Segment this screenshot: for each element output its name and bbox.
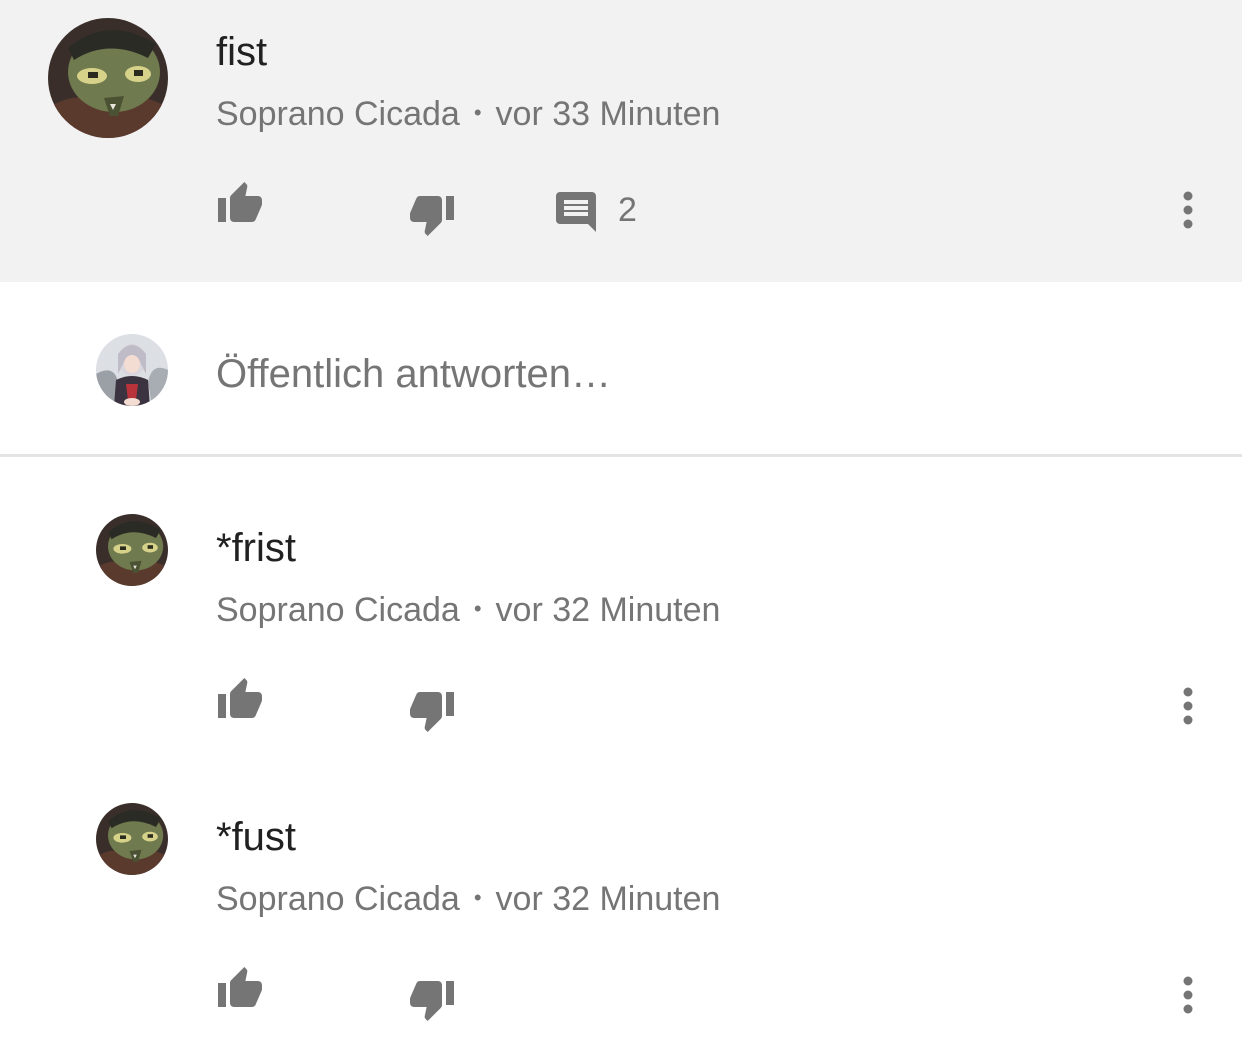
like-button[interactable] bbox=[216, 965, 264, 1013]
dislike-button[interactable] bbox=[408, 975, 456, 1023]
author-name[interactable]: Soprano Cicada bbox=[216, 591, 460, 629]
like-button[interactable] bbox=[216, 676, 264, 724]
user-avatar bbox=[96, 334, 168, 406]
author-avatar[interactable] bbox=[96, 803, 168, 875]
reply-count[interactable]: 2 bbox=[618, 190, 637, 230]
top-comment: fist Soprano Cicada • vor 33 Minuten 2 bbox=[0, 0, 1242, 282]
divider bbox=[0, 454, 1242, 457]
timestamp: vor 33 Minuten bbox=[495, 95, 721, 133]
thumb-up-icon bbox=[218, 678, 262, 718]
thumb-up-icon bbox=[218, 967, 262, 1007]
more-options-button[interactable] bbox=[1164, 682, 1212, 730]
meta-separator: • bbox=[473, 885, 482, 911]
more-vert-icon bbox=[1183, 687, 1193, 725]
author-name[interactable]: Soprano Cicada bbox=[216, 880, 460, 918]
more-vert-icon bbox=[1183, 191, 1193, 229]
author-avatar[interactable] bbox=[96, 514, 168, 586]
comment-text: fist bbox=[216, 30, 268, 74]
reply-button[interactable] bbox=[552, 188, 600, 236]
reply-text: *fust bbox=[216, 815, 297, 859]
meta-separator: • bbox=[473, 100, 482, 126]
more-vert-icon bbox=[1183, 976, 1193, 1014]
thumb-down-icon bbox=[410, 196, 454, 236]
timestamp: vor 32 Minuten bbox=[495, 591, 721, 629]
dislike-button[interactable] bbox=[408, 190, 456, 238]
thumb-down-icon bbox=[410, 981, 454, 1021]
dislike-button[interactable] bbox=[408, 686, 456, 734]
author-name[interactable]: Soprano Cicada bbox=[216, 95, 460, 133]
reply-meta: Soprano Cicada • vor 32 Minuten bbox=[216, 879, 720, 921]
author-avatar[interactable] bbox=[48, 18, 168, 138]
comment-thread: fist Soprano Cicada • vor 33 Minuten 2 Ö… bbox=[0, 0, 1242, 1062]
public-reply-input[interactable] bbox=[216, 350, 1176, 398]
thumb-up-icon bbox=[218, 182, 262, 222]
comment-icon bbox=[556, 192, 596, 232]
more-options-button[interactable] bbox=[1164, 186, 1212, 234]
comment-meta: Soprano Cicada • vor 33 Minuten bbox=[216, 94, 720, 136]
like-button[interactable] bbox=[216, 180, 264, 228]
timestamp: vor 32 Minuten bbox=[495, 880, 721, 918]
reply-meta: Soprano Cicada • vor 32 Minuten bbox=[216, 590, 720, 632]
thumb-down-icon bbox=[410, 692, 454, 732]
meta-separator: • bbox=[473, 596, 482, 622]
reply-text: *frist bbox=[216, 526, 296, 570]
more-options-button[interactable] bbox=[1164, 971, 1212, 1019]
